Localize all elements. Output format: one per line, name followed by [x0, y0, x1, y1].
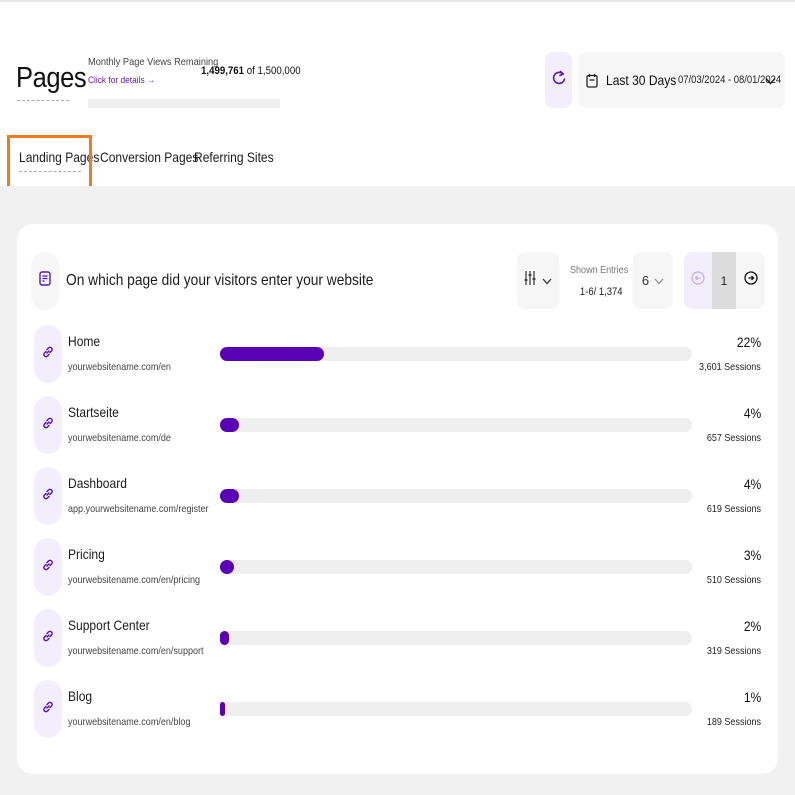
share-bar-fill: [220, 418, 239, 432]
share-bar-fill: [220, 631, 230, 645]
share-percent: 4%: [743, 405, 761, 421]
share-bar-fill: [220, 702, 225, 716]
landing-page-row[interactable]: Blog yourwebsitename.com/en/blog 1% 189 Ses…: [17, 680, 778, 751]
session-count: 657 Sessions: [706, 432, 761, 444]
calendar-icon: [586, 72, 600, 88]
shown-entries-label: Shown Entries: [570, 264, 629, 276]
session-count: 619 Sessions: [706, 503, 761, 515]
landing-page-row[interactable]: Dashboard app.yourwebsitename.com/registe…: [17, 467, 778, 538]
page-name[interactable]: Dashboard: [68, 475, 127, 491]
share-bar-fill: [220, 347, 324, 361]
chevron-down-icon: [542, 272, 552, 290]
link-icon-container: [34, 467, 62, 525]
arrow-right-circle-icon: [743, 271, 758, 290]
page-url: yourwebsitename.com/en/support: [68, 645, 204, 657]
details-link[interactable]: Click for details →: [88, 75, 155, 86]
link-icon: [41, 629, 55, 648]
link-icon: [41, 487, 55, 506]
landing-page-row[interactable]: Support Center yourwebsitename.com/en/sup…: [17, 609, 778, 680]
share-bar-track: [220, 418, 692, 432]
share-bar-track: [220, 347, 692, 361]
refresh-button[interactable]: [545, 52, 572, 108]
page-name[interactable]: Home: [68, 333, 100, 349]
link-icon-container: [34, 325, 62, 383]
page-views-progress: [88, 99, 280, 108]
share-bar-track: [220, 560, 692, 574]
arrow-left-circle-icon: [691, 271, 705, 290]
landing-page-row[interactable]: Home yourwebsitename.com/en 22% 3,601 Sessi…: [17, 325, 778, 396]
date-range-label: Last 30 Days: [606, 72, 677, 88]
share-percent: 4%: [743, 476, 761, 492]
link-icon-container: [34, 538, 62, 596]
landing-pages-card: On which page did your visitors enter yo…: [17, 224, 778, 774]
page-url: yourwebsitename.com/en/blog: [68, 716, 191, 728]
share-bar-track: [220, 489, 692, 503]
page-url: yourwebsitename.com/de: [68, 432, 171, 444]
document-list-icon: [39, 271, 51, 291]
link-icon: [41, 345, 55, 364]
column-settings-button[interactable]: [517, 252, 559, 309]
page-url: yourwebsitename.com/en/pricing: [68, 574, 201, 586]
session-count: 189 Sessions: [706, 716, 761, 728]
link-icon: [41, 700, 55, 719]
entries-per-page-select[interactable]: 6: [633, 252, 673, 309]
card-title: On which page did your visitors enter yo…: [66, 272, 374, 289]
session-count: 319 Sessions: [706, 645, 761, 657]
link-icon-container: [34, 680, 62, 738]
tab-highlight-box: [7, 135, 92, 190]
sliders-icon: [524, 270, 536, 291]
share-bar-track: [220, 631, 692, 645]
session-count: 510 Sessions: [706, 574, 761, 586]
page-views-count: 1,499,761 of 1,500,000: [201, 65, 301, 77]
refresh-icon: [552, 70, 566, 91]
page-name[interactable]: Blog: [68, 688, 92, 704]
title-underline: [17, 100, 69, 101]
page-name[interactable]: Startseite: [68, 404, 119, 420]
shown-entries-value: 1-6/ 1,374: [580, 286, 623, 298]
page-title: Pages: [16, 62, 87, 94]
current-page-button[interactable]: 1: [712, 252, 736, 309]
share-bar-fill: [220, 560, 235, 574]
pagination: 1: [684, 252, 765, 309]
top-divider: [0, 0, 795, 2]
next-page-button[interactable]: [736, 252, 765, 309]
landing-page-row[interactable]: Startseite yourwebsitename.com/de 4% 657 Se…: [17, 396, 778, 467]
link-icon: [41, 416, 55, 435]
date-range-picker[interactable]: Last 30 Days 07/03/2024 - 08/01/2024: [578, 52, 785, 108]
card-icon-container: [31, 252, 59, 310]
date-range-value: 07/03/2024 - 08/01/2024: [678, 74, 782, 86]
link-icon: [41, 558, 55, 577]
share-percent: 3%: [743, 547, 761, 563]
page-views-label: Monthly Page Views Remaining: [88, 56, 219, 68]
page-header: Pages Monthly Page Views Remaining Click…: [0, 0, 795, 190]
link-icon-container: [34, 609, 62, 667]
previous-page-button[interactable]: [684, 252, 712, 309]
tab-conversion-pages[interactable]: Conversion Pages: [100, 149, 198, 165]
share-percent: 22%: [736, 334, 761, 350]
link-icon-container: [34, 396, 62, 454]
page-name[interactable]: Pricing: [68, 546, 105, 562]
entries-per-page-value: 6: [641, 273, 650, 288]
page-url: yourwebsitename.com/en: [68, 361, 171, 373]
page-name[interactable]: Support Center: [68, 617, 150, 633]
landing-page-row[interactable]: Pricing yourwebsitename.com/en/pricing 3% 5…: [17, 538, 778, 609]
session-count: 3,601 Sessions: [699, 361, 761, 373]
chevron-down-icon: [765, 72, 776, 90]
share-percent: 2%: [743, 618, 761, 634]
page-url: app.yourwebsitename.com/register: [68, 503, 209, 515]
tab-referring-sites[interactable]: Referring Sites: [194, 149, 274, 165]
share-percent: 1%: [743, 689, 761, 705]
share-bar-fill: [220, 489, 239, 503]
page-views-total: of 1,500,000: [246, 65, 301, 77]
page-views-used: 1,499,761: [201, 65, 245, 77]
share-bar-track: [220, 702, 692, 716]
chevron-down-icon: [654, 273, 664, 288]
